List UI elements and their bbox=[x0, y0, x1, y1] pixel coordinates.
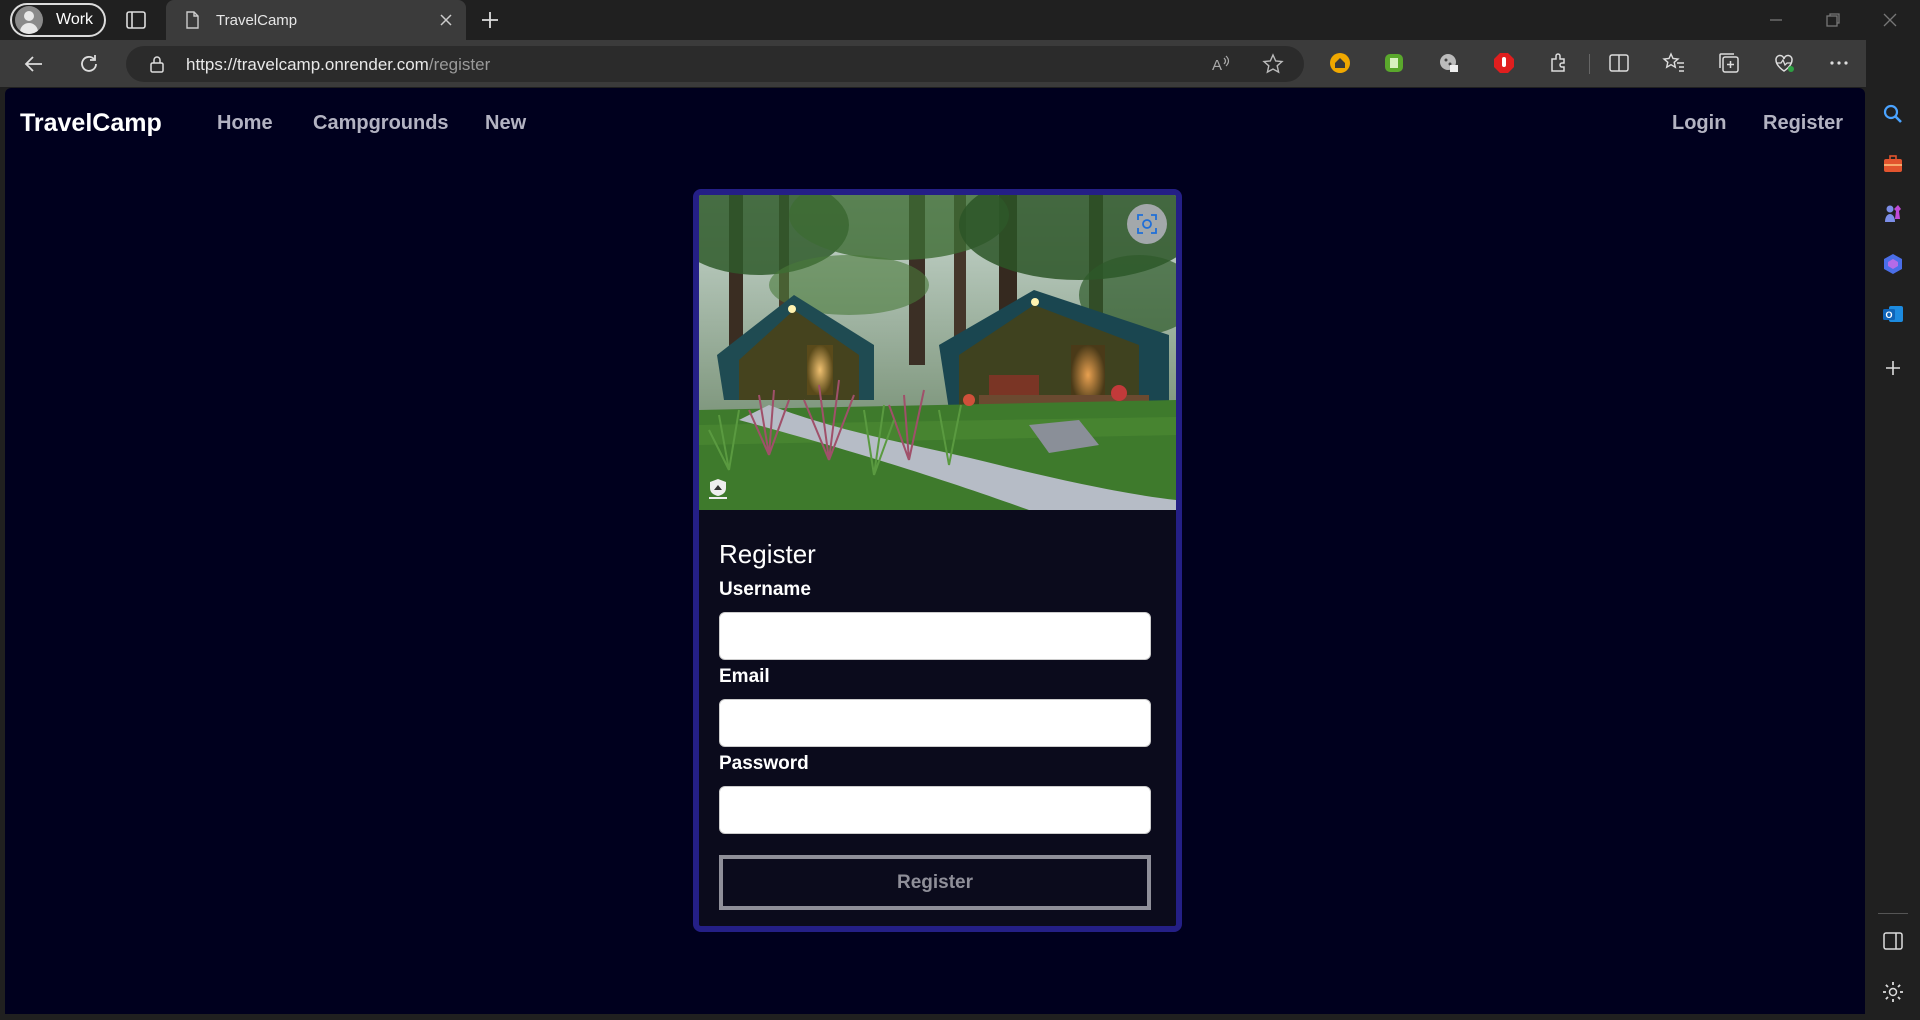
campground-illustration bbox=[699, 195, 1176, 510]
extensions-puzzle-icon[interactable] bbox=[1547, 51, 1571, 75]
toolbar-divider bbox=[1589, 54, 1590, 74]
email-label: Email bbox=[719, 666, 770, 687]
username-label: Username bbox=[719, 579, 811, 600]
refresh-icon[interactable] bbox=[77, 52, 101, 76]
browser-tab-active[interactable]: TravelCamp bbox=[166, 0, 466, 40]
profile-label: Work bbox=[56, 11, 94, 28]
url-path: /register bbox=[428, 55, 491, 74]
svg-text:O: O bbox=[1886, 310, 1893, 320]
profile-button[interactable]: Work bbox=[10, 3, 106, 37]
browser-tab-bar: Work TravelCamp bbox=[0, 0, 1920, 40]
tab-actions-icon[interactable] bbox=[125, 9, 147, 31]
web-page: TravelCamp Home Campgrounds New Login Re… bbox=[5, 88, 1865, 1014]
read-aloud-icon[interactable]: A bbox=[1210, 53, 1232, 75]
password-label: Password bbox=[719, 753, 809, 774]
new-tab-icon[interactable] bbox=[478, 8, 502, 32]
avatar bbox=[15, 6, 43, 34]
register-submit-button[interactable]: Register bbox=[719, 855, 1151, 910]
edge-sidebar: O bbox=[1866, 40, 1920, 1020]
search-icon[interactable] bbox=[1881, 102, 1905, 126]
games-chess-icon[interactable] bbox=[1881, 202, 1905, 226]
home-extension-icon[interactable] bbox=[1328, 51, 1352, 75]
register-heading: Register bbox=[719, 539, 816, 569]
green-extension-icon[interactable] bbox=[1382, 51, 1406, 75]
email-input[interactable] bbox=[719, 699, 1151, 747]
url-bar[interactable]: https://travelcamp.onrender.com/register… bbox=[126, 46, 1304, 82]
favorites-icon[interactable] bbox=[1662, 51, 1686, 75]
visual-search-button[interactable] bbox=[1127, 204, 1167, 244]
nav-link-register[interactable]: Register bbox=[1763, 112, 1843, 135]
username-input[interactable] bbox=[719, 612, 1151, 660]
office-icon[interactable] bbox=[1881, 252, 1905, 276]
nav-link-home[interactable]: Home bbox=[217, 112, 273, 135]
camp-logo-watermark bbox=[709, 479, 727, 499]
favorite-star-icon[interactable] bbox=[1262, 53, 1284, 75]
minimize-icon[interactable] bbox=[1764, 8, 1788, 32]
page-icon bbox=[186, 11, 199, 29]
nav-link-new[interactable]: New bbox=[485, 112, 526, 135]
tools-briefcase-icon[interactable] bbox=[1881, 152, 1905, 176]
settings-gear-icon[interactable] bbox=[1881, 980, 1905, 1004]
url-host: https://travelcamp.onrender.com bbox=[186, 55, 429, 74]
restore-icon[interactable] bbox=[1821, 8, 1845, 32]
back-arrow-icon[interactable] bbox=[22, 52, 46, 76]
more-options-icon[interactable] bbox=[1827, 51, 1851, 75]
password-input[interactable] bbox=[719, 786, 1151, 834]
close-tab-icon[interactable] bbox=[438, 12, 454, 28]
nav-link-login[interactable]: Login bbox=[1672, 112, 1726, 135]
outlook-icon[interactable]: O bbox=[1881, 302, 1905, 326]
performance-heart-icon[interactable] bbox=[1772, 51, 1796, 75]
url-text: https://travelcamp.onrender.com/register bbox=[186, 55, 490, 75]
tab-title: TravelCamp bbox=[216, 11, 298, 29]
adblock-extension-icon[interactable] bbox=[1492, 51, 1516, 75]
close-window-icon[interactable] bbox=[1878, 8, 1902, 32]
svg-text:A: A bbox=[1212, 57, 1222, 74]
lock-icon[interactable] bbox=[148, 55, 166, 73]
hide-sidebar-icon[interactable] bbox=[1881, 929, 1905, 953]
visual-search-icon bbox=[1137, 214, 1157, 234]
address-toolbar: https://travelcamp.onrender.com/register… bbox=[0, 40, 1920, 87]
nav-link-campgrounds[interactable]: Campgrounds bbox=[313, 112, 449, 135]
site-brand-link[interactable]: TravelCamp bbox=[20, 109, 162, 138]
collections-icon[interactable] bbox=[1717, 51, 1741, 75]
split-screen-icon[interactable] bbox=[1607, 51, 1631, 75]
register-card: Register Username Email Password Registe… bbox=[693, 189, 1182, 932]
campground-photo bbox=[699, 195, 1176, 510]
sidebar-divider bbox=[1878, 913, 1908, 914]
site-navbar: TravelCamp Home Campgrounds New Login Re… bbox=[5, 88, 1865, 158]
cookie-extension-icon[interactable] bbox=[1437, 51, 1461, 75]
add-sidebar-app-icon[interactable] bbox=[1881, 356, 1905, 380]
